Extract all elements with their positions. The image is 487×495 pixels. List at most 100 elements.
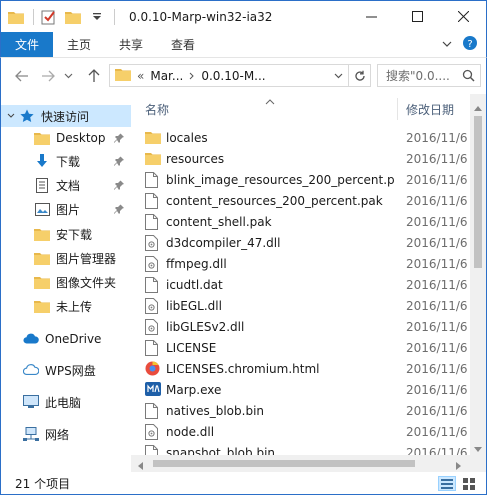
recent-locations-button[interactable] <box>61 65 75 87</box>
breadcrumb-item[interactable]: 0.0.10-M... <box>201 69 265 83</box>
maximize-button[interactable] <box>394 1 440 32</box>
table-row[interactable]: LICENSE 2016/11/6 <box>131 338 477 359</box>
back-button[interactable] <box>11 65 33 87</box>
sidebar-item-folder[interactable]: 图像文件夹 <box>1 271 131 293</box>
folder-icon <box>34 226 50 242</box>
customize-toolbar-icon[interactable] <box>88 8 106 26</box>
breadcrumb-item[interactable]: Mar... <box>150 69 183 83</box>
star-icon <box>19 108 35 124</box>
file-name: libGLESv2.dll <box>166 320 245 334</box>
table-row[interactable]: resources 2016/11/6 <box>131 149 477 170</box>
breadcrumb-overflow[interactable]: « <box>137 69 144 83</box>
vertical-scroll-thumb[interactable] <box>474 116 482 268</box>
tab-view[interactable]: 查看 <box>157 32 209 57</box>
sidebar-item-label: 图片管理器 <box>56 251 117 266</box>
sidebar-item-documents[interactable]: 文档 <box>1 174 131 196</box>
close-button[interactable] <box>440 1 486 32</box>
file-date: 2016/11/6 <box>406 257 468 271</box>
scroll-right-icon[interactable] <box>456 459 462 473</box>
details-view-icon[interactable] <box>438 476 456 491</box>
properties-icon[interactable] <box>40 8 58 26</box>
sidebar-item-wps-drive[interactable]: WPS网盘 <box>1 359 131 381</box>
file-icon <box>145 403 161 419</box>
tab-home[interactable]: 主页 <box>53 32 105 57</box>
sidebar-item-folder[interactable]: 安下载 <box>1 223 131 245</box>
cloud-icon <box>23 362 39 378</box>
item-count: 21 个项目 <box>15 476 71 491</box>
search-box[interactable]: 搜索"0.0.... <box>377 64 481 87</box>
folder-icon <box>145 151 161 167</box>
file-date: 2016/11/6 <box>406 383 468 397</box>
search-input[interactable]: 搜索"0.0.... <box>386 67 450 84</box>
file-name: LICENSE <box>166 341 217 355</box>
file-name: blink_image_resources_200_percent.p... <box>166 173 394 187</box>
forward-button[interactable] <box>37 65 59 87</box>
sidebar-item-pictures[interactable]: 图片 <box>1 198 131 220</box>
sidebar-item-this-pc[interactable]: 此电脑 <box>1 391 131 413</box>
file-date: 2016/11/6 <box>406 404 468 418</box>
table-row[interactable]: libEGL.dll 2016/11/6 <box>131 296 477 317</box>
horizontal-scroll-thumb[interactable] <box>153 460 415 467</box>
sidebar-item-desktop[interactable]: Desktop <box>1 127 131 149</box>
column-header-name[interactable]: 名称 <box>145 101 169 118</box>
table-row[interactable]: content_resources_200_percent.pak 2016/11… <box>131 191 477 212</box>
table-row[interactable]: natives_blob.bin 2016/11/6 <box>131 401 477 422</box>
table-row[interactable]: ffmpeg.dll 2016/11/6 <box>131 254 477 275</box>
sidebar-item-folder[interactable]: 未上传 <box>1 295 131 317</box>
tab-share[interactable]: 共享 <box>105 32 157 57</box>
chevron-down-icon[interactable] <box>7 109 15 123</box>
file-name: ffmpeg.dll <box>166 257 227 271</box>
html-icon <box>145 361 161 377</box>
table-row[interactable]: LICENSES.chromium.html 2016/11/6 <box>131 359 477 380</box>
refresh-button[interactable] <box>348 65 370 86</box>
document-icon <box>34 177 50 193</box>
tab-file[interactable]: 文件 <box>1 32 54 57</box>
table-row[interactable]: node.dll 2016/11/6 <box>131 422 477 443</box>
file-date: 2016/11/6 <box>406 173 468 187</box>
help-icon[interactable]: ? <box>462 35 478 54</box>
table-row[interactable]: content_shell.pak 2016/11/6 <box>131 212 477 233</box>
file-date: 2016/11/6 <box>406 236 468 250</box>
up-button[interactable] <box>83 65 105 87</box>
folder-icon[interactable] <box>7 8 25 26</box>
large-icons-view-icon[interactable] <box>460 476 478 491</box>
new-folder-icon[interactable] <box>64 8 82 26</box>
address-bar[interactable]: « Mar... 0.0.10-M... <box>109 64 371 87</box>
scroll-left-icon[interactable] <box>137 459 143 473</box>
folder-icon <box>34 250 50 266</box>
vertical-scrollbar[interactable] <box>470 94 486 472</box>
pin-icon[interactable] <box>114 179 124 193</box>
scroll-down-icon[interactable] <box>474 442 482 456</box>
file-name: natives_blob.bin <box>166 404 265 418</box>
table-row[interactable]: libGLESv2.dll 2016/11/6 <box>131 317 477 338</box>
status-bar: 21 个项目 <box>0 472 487 495</box>
scroll-up-icon[interactable] <box>474 100 482 114</box>
file-icon <box>145 172 161 188</box>
file-name: Marp.exe <box>166 383 222 397</box>
dll-icon <box>145 319 161 335</box>
horizontal-scrollbar[interactable] <box>131 455 470 472</box>
table-row[interactable]: locales 2016/11/6 <box>131 128 477 149</box>
minimize-button[interactable] <box>348 1 394 32</box>
pin-icon[interactable] <box>114 155 124 169</box>
sidebar-item-quick-access[interactable]: 快速访问 <box>1 105 131 127</box>
address-dropdown-icon[interactable] <box>330 65 346 86</box>
title-bar: 0.0.10-Marp-win32-ia32 <box>0 0 487 32</box>
pin-icon[interactable] <box>114 203 124 217</box>
pin-icon[interactable] <box>114 132 124 146</box>
column-header-date[interactable]: 修改日期 <box>406 101 454 118</box>
expand-ribbon-icon[interactable] <box>442 38 452 52</box>
sidebar-item-onedrive[interactable]: OneDrive <box>1 328 131 350</box>
table-row[interactable]: icudtl.dat 2016/11/6 <box>131 275 477 296</box>
sort-up-icon <box>265 94 275 108</box>
sidebar-item-label: WPS网盘 <box>45 363 96 378</box>
chevron-right-icon[interactable] <box>189 69 195 83</box>
table-row[interactable]: blink_image_resources_200_percent.p... 20… <box>131 170 477 191</box>
table-row[interactable]: d3dcompiler_47.dll 2016/11/6 <box>131 233 477 254</box>
sidebar-item-network[interactable]: 网络 <box>1 423 131 445</box>
sidebar-item-label: 此电脑 <box>45 395 82 410</box>
sidebar-item-downloads[interactable]: 下载 <box>1 150 131 172</box>
table-row[interactable]: Marp.exe 2016/11/6 <box>131 380 477 401</box>
sidebar-item-folder[interactable]: 图片管理器 <box>1 247 131 269</box>
sidebar-item-label: 图像文件夹 <box>56 275 117 290</box>
